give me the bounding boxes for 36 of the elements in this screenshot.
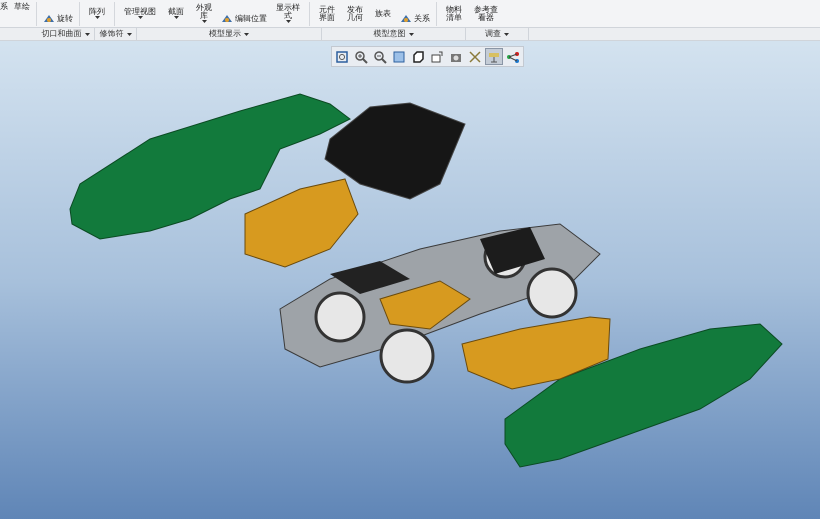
ribbon-group-label[interactable]: 切口和曲面	[37, 28, 95, 40]
ribbon-button[interactable]: 旋转	[43, 14, 73, 24]
tool-icon	[430, 50, 444, 64]
ribbon-group-label[interactable]: 模型意图	[322, 28, 466, 40]
ribbon-button[interactable]: 阵列	[86, 8, 108, 19]
caret-icon	[504, 32, 509, 36]
ribbon-button[interactable]: 参考查看器	[471, 6, 501, 22]
caret-icon	[126, 32, 132, 36]
ribbon-button[interactable]: 显示样式	[273, 4, 303, 23]
tool-icon	[335, 50, 349, 64]
tool-icon	[411, 50, 425, 64]
ribbon-button[interactable]: 系	[0, 3, 8, 11]
tool-icon	[373, 50, 387, 64]
ribbon-group-label[interactable]: 模型显示	[137, 28, 322, 40]
tool-icon	[400, 14, 412, 24]
tool-icon	[392, 50, 406, 64]
caret-icon	[408, 32, 414, 36]
ribbon-button[interactable]: 族表	[372, 10, 394, 18]
ribbon-button[interactable]: 关系	[400, 14, 430, 24]
ribbon-button[interactable]: 截面	[165, 8, 187, 19]
ribbon-button[interactable]: 管理视图	[121, 8, 159, 19]
caret-icon	[244, 32, 249, 36]
ribbon-button[interactable]: 元件界面	[316, 6, 338, 22]
ribbon-button[interactable]: 草绘	[14, 3, 30, 11]
tool-icon	[43, 14, 55, 24]
ribbon-button[interactable]: 编辑位置	[221, 14, 267, 24]
ribbon-button[interactable]: 外观库	[193, 4, 215, 23]
tool-icon	[468, 50, 482, 64]
ribbon-button[interactable]: 发布几何	[344, 6, 366, 22]
tool-icon	[506, 50, 520, 64]
tool-icon	[354, 50, 368, 64]
ribbon-button[interactable]: 物料清单	[443, 6, 465, 22]
ribbon-group-label[interactable]: 调查	[466, 28, 529, 40]
ribbon-group-label[interactable]: 修饰符	[95, 28, 137, 40]
tool-icon	[221, 14, 233, 24]
caret-icon	[84, 32, 90, 36]
